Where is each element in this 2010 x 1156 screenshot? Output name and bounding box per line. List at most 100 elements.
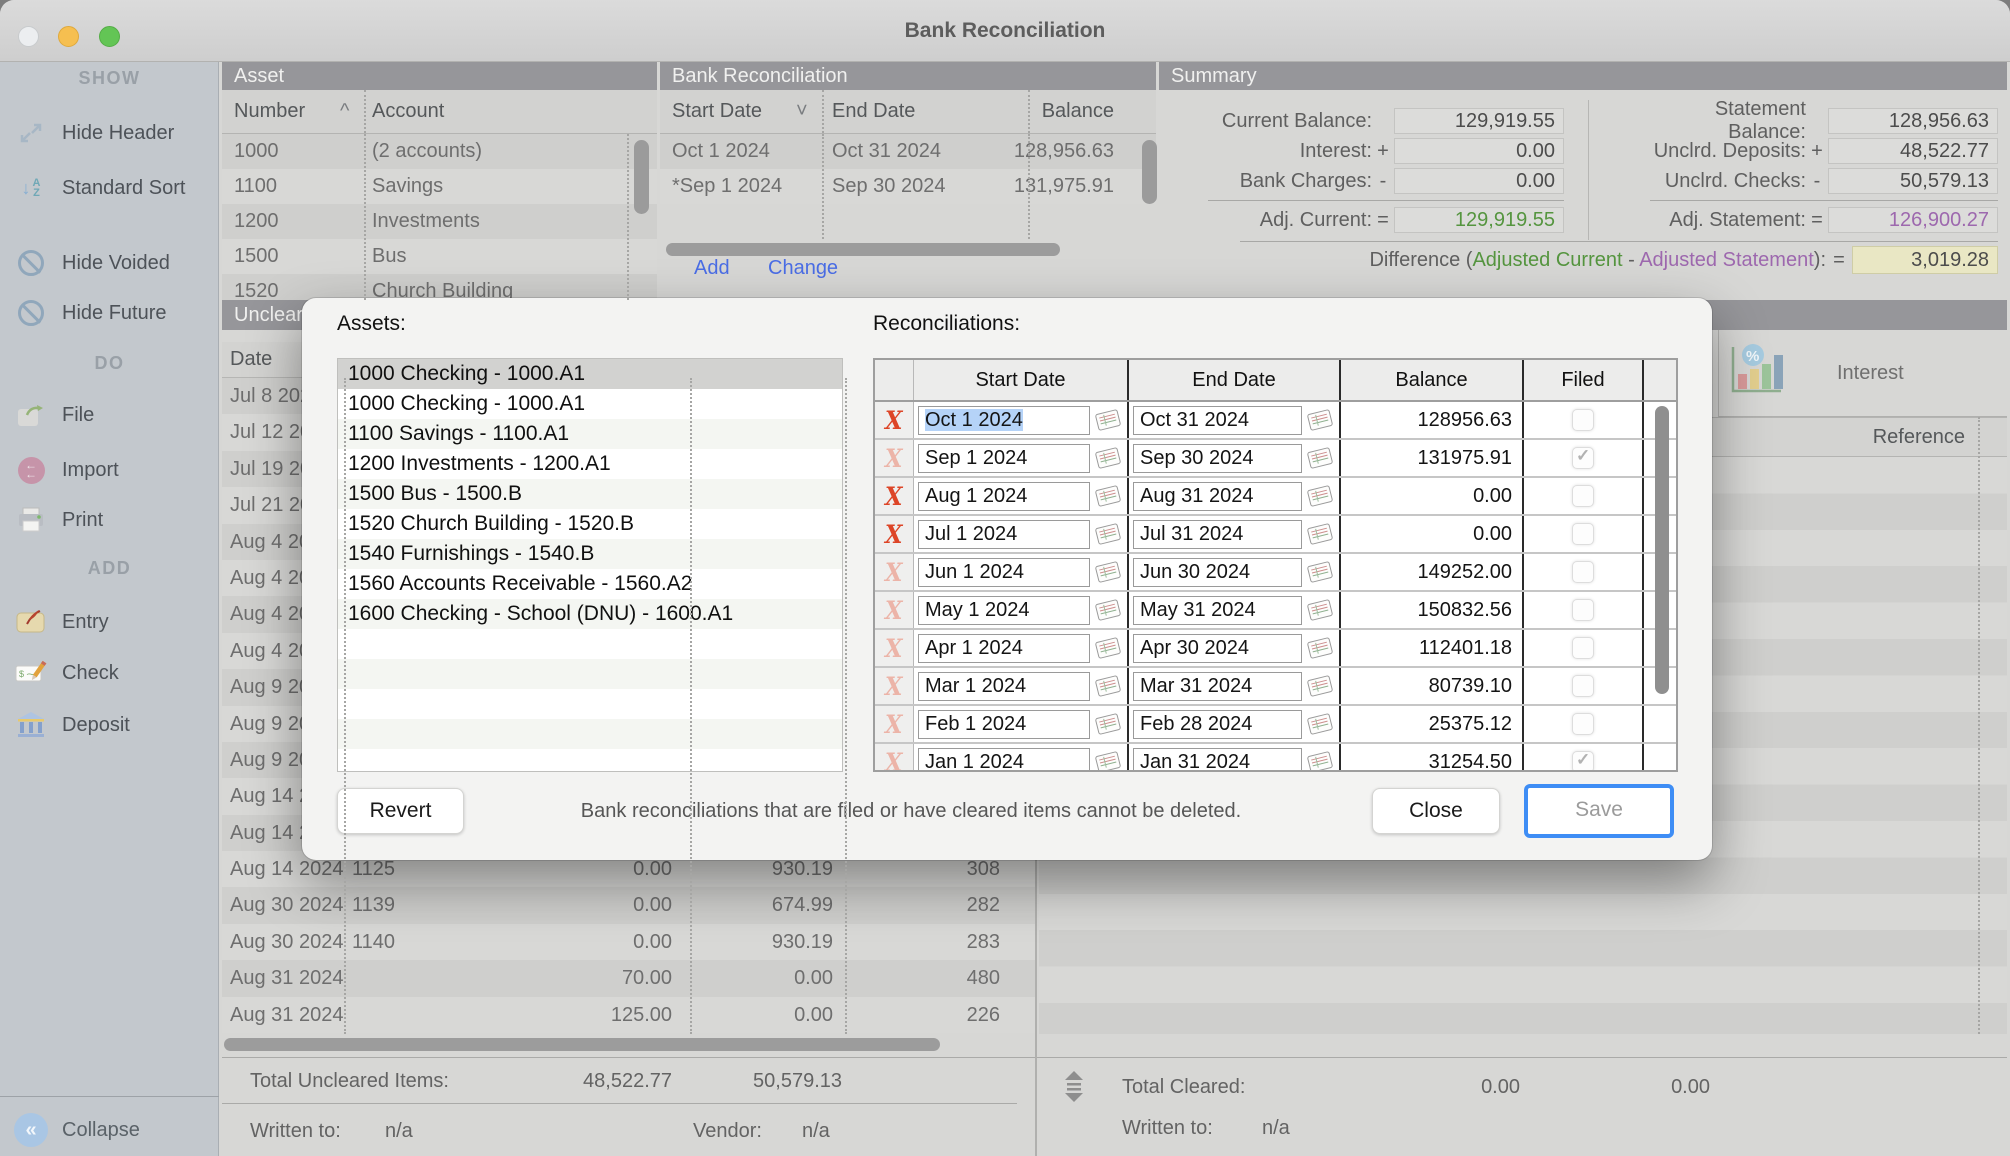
balance-cell[interactable]: 25375.12: [1341, 706, 1524, 742]
sidebar-item-standard-sort[interactable]: ↓AZ Standard Sort: [0, 160, 219, 216]
add-reconciliation-link[interactable]: Add: [694, 254, 730, 282]
interest-tab[interactable]: % Interest: [1718, 330, 2007, 417]
end-date-input[interactable]: Mar 31 2024: [1133, 672, 1302, 701]
balance-cell[interactable]: 112401.18: [1341, 630, 1524, 666]
balance-cell[interactable]: 0.00: [1341, 516, 1524, 552]
sidebar-item-print[interactable]: Print: [0, 497, 219, 543]
date-picker-icon[interactable]: [1093, 597, 1123, 623]
uncleared-horizontal-scrollbar[interactable]: [224, 1038, 940, 1051]
sidebar-item-hide-future[interactable]: Hide Future: [0, 290, 219, 336]
filed-checkbox[interactable]: [1572, 675, 1594, 697]
delete-reconciliation-button[interactable]: X: [875, 440, 914, 476]
asset-table-scrollbar[interactable]: [634, 140, 649, 214]
asset-list-item[interactable]: 1540 Furnishings - 1540.B: [338, 539, 842, 569]
date-picker-icon[interactable]: [1093, 407, 1123, 433]
delete-reconciliation-button[interactable]: X: [875, 630, 914, 666]
date-picker-icon[interactable]: [1305, 407, 1335, 433]
delete-reconciliation-button[interactable]: X: [875, 668, 914, 704]
start-date-input[interactable]: May 1 2024: [918, 596, 1090, 625]
column-filed[interactable]: Filed: [1524, 360, 1644, 400]
sidebar-item-import[interactable]: ←← Import: [0, 447, 219, 493]
column-end-date[interactable]: End Date: [832, 90, 915, 133]
end-date-input[interactable]: May 31 2024: [1133, 596, 1302, 625]
balance-cell[interactable]: 80739.10: [1341, 668, 1524, 704]
date-picker-icon[interactable]: [1093, 521, 1123, 547]
start-date-input[interactable]: Jun 1 2024: [918, 558, 1090, 587]
asset-row[interactable]: 1100 Savings: [222, 169, 657, 204]
balance-cell[interactable]: 128956.63: [1341, 402, 1524, 438]
date-picker-icon[interactable]: [1305, 483, 1335, 509]
save-button[interactable]: Save: [1524, 784, 1674, 838]
delete-reconciliation-button[interactable]: X: [875, 554, 914, 590]
column-number[interactable]: Number: [234, 90, 305, 133]
date-picker-icon[interactable]: [1305, 521, 1335, 547]
asset-row[interactable]: 1200 Investments: [222, 204, 657, 239]
asset-list-item[interactable]: 1000 Checking - 1000.A1: [338, 389, 842, 419]
filed-checkbox[interactable]: [1572, 409, 1594, 431]
filed-checkbox[interactable]: [1572, 485, 1594, 507]
column-balance[interactable]: Balance: [1042, 90, 1114, 133]
asset-row[interactable]: 1000 (2 accounts): [222, 134, 657, 169]
date-picker-icon[interactable]: [1305, 445, 1335, 471]
balance-cell[interactable]: 0.00: [1341, 478, 1524, 514]
end-date-input[interactable]: Jun 30 2024: [1133, 558, 1302, 587]
column-account[interactable]: Account: [372, 90, 444, 133]
delete-reconciliation-button[interactable]: X: [875, 516, 914, 552]
asset-list-item[interactable]: 1560 Accounts Receivable - 1560.A2: [338, 569, 842, 599]
end-date-input[interactable]: Feb 28 2024: [1133, 710, 1302, 739]
date-picker-icon[interactable]: [1093, 711, 1123, 737]
sidebar-item-hide-voided[interactable]: Hide Voided: [0, 240, 219, 286]
start-date-input[interactable]: Mar 1 2024: [918, 672, 1090, 701]
delete-reconciliation-button[interactable]: X: [875, 744, 914, 772]
collapse-sidebar-button[interactable]: « Collapse: [0, 1108, 219, 1152]
revert-button[interactable]: Revert: [337, 788, 464, 834]
filed-checkbox[interactable]: [1572, 447, 1594, 469]
start-date-input[interactable]: Sep 1 2024: [918, 444, 1090, 473]
filed-checkbox[interactable]: [1572, 637, 1594, 659]
sidebar-item-file[interactable]: File: [0, 392, 219, 438]
column-balance[interactable]: Balance: [1341, 360, 1524, 400]
date-picker-icon[interactable]: [1093, 635, 1123, 661]
delete-reconciliation-button[interactable]: X: [875, 592, 914, 628]
start-date-input[interactable]: Feb 1 2024: [918, 710, 1090, 739]
column-start-date[interactable]: Start Date: [672, 90, 762, 133]
filed-checkbox[interactable]: [1572, 599, 1594, 621]
asset-list-item[interactable]: 1500 Bus - 1500.B: [338, 479, 842, 509]
end-date-input[interactable]: Apr 30 2024: [1133, 634, 1302, 663]
date-picker-icon[interactable]: [1305, 711, 1335, 737]
date-picker-icon[interactable]: [1305, 559, 1335, 585]
balance-cell[interactable]: 131975.91: [1341, 440, 1524, 476]
date-picker-icon[interactable]: [1093, 483, 1123, 509]
end-date-input[interactable]: Oct 31 2024: [1133, 406, 1302, 435]
balance-cell[interactable]: 31254.50: [1341, 744, 1524, 772]
filed-checkbox[interactable]: [1572, 713, 1594, 735]
start-date-input[interactable]: Jul 1 2024: [918, 520, 1090, 549]
reconciliations-scrollbar[interactable]: [1655, 406, 1669, 694]
sidebar-item-check[interactable]: $ ⁓ Check: [0, 650, 219, 696]
change-reconciliation-link[interactable]: Change: [768, 254, 838, 282]
date-picker-icon[interactable]: [1093, 559, 1123, 585]
end-date-input[interactable]: Sep 30 2024: [1133, 444, 1302, 473]
column-end-date[interactable]: End Date: [1129, 360, 1341, 400]
bankrec-row[interactable]: *Sep 1 2024 Sep 30 2024 131,975.91: [660, 169, 1156, 204]
balance-cell[interactable]: 150832.56: [1341, 592, 1524, 628]
date-picker-icon[interactable]: [1305, 749, 1335, 772]
date-picker-icon[interactable]: [1093, 749, 1123, 772]
asset-list-item[interactable]: 1100 Savings - 1100.A1: [338, 419, 842, 449]
filed-checkbox[interactable]: [1572, 561, 1594, 583]
date-picker-icon[interactable]: [1305, 673, 1335, 699]
date-picker-icon[interactable]: [1093, 445, 1123, 471]
asset-row[interactable]: 1520 Church Building: [222, 274, 657, 300]
asset-list-item[interactable]: 1520 Church Building - 1520.B: [338, 509, 842, 539]
date-picker-icon[interactable]: [1305, 635, 1335, 661]
start-date-input[interactable]: Aug 1 2024: [918, 482, 1090, 511]
sidebar-item-deposit[interactable]: Deposit: [0, 702, 219, 748]
asset-row[interactable]: 1500 Bus: [222, 239, 657, 274]
bankrec-row[interactable]: Oct 1 2024 Oct 31 2024 128,956.63: [660, 134, 1156, 169]
asset-list-item[interactable]: 1600 Checking - School (DNU) - 1600.A1: [338, 599, 842, 629]
start-date-input[interactable]: Oct 1 2024: [918, 406, 1090, 435]
bankrec-table-scrollbar[interactable]: [1142, 140, 1157, 204]
balance-cell[interactable]: 149252.00: [1341, 554, 1524, 590]
filed-checkbox[interactable]: [1572, 523, 1594, 545]
asset-list-item[interactable]: 1000 Checking - 1000.A1: [338, 359, 842, 389]
